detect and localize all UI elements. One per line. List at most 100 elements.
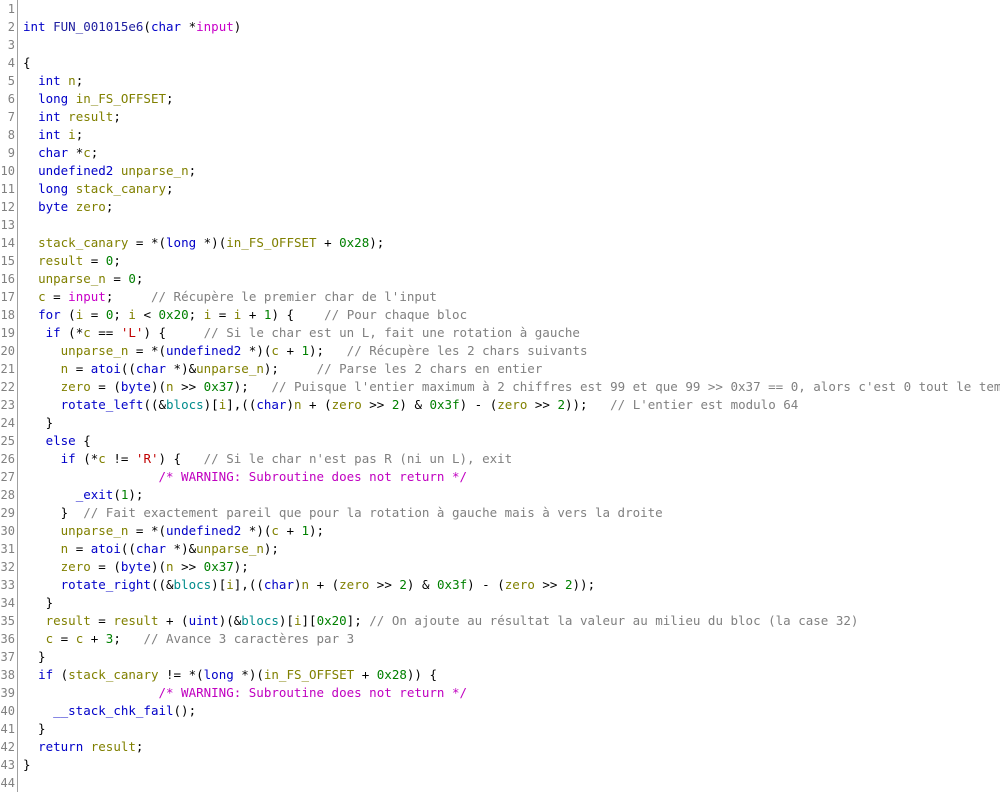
- code-token: 2: [564, 577, 573, 592]
- code-line[interactable]: c = c + 3; // Avance 3 caractères par 3: [23, 630, 1000, 648]
- code-viewer[interactable]: 1 2 3 4 5 6 7 8 9 10 11 12 13 14 15 16 17 18 19 20 21 22 23 24 2…: [0, 0, 1000, 792]
- code-line[interactable]: {: [23, 54, 1000, 72]
- code-token: }: [23, 757, 31, 772]
- line-number: 38: [0, 668, 15, 682]
- code-line[interactable]: int i;: [23, 126, 1000, 144]
- code-line[interactable]: stack_canary = *(long *)(in_FS_OFFSET + …: [23, 234, 1000, 252]
- code-token: long: [38, 181, 69, 196]
- line-number: 31: [0, 542, 15, 556]
- code-token: blocs: [241, 613, 279, 628]
- code-token: }: [23, 721, 46, 736]
- code-line[interactable]: long stack_canary;: [23, 180, 1000, 198]
- code-token: // Pour chaque bloc: [324, 307, 468, 322]
- line-number: 39: [0, 686, 15, 700]
- code-token: 0x3f: [437, 577, 468, 592]
- code-line[interactable]: c = input; // Récupère le premier char d…: [23, 288, 1000, 306]
- code-token: i: [293, 613, 302, 628]
- code-line[interactable]: long in_FS_OFFSET;: [23, 90, 1000, 108]
- code-token: +: [83, 631, 106, 646]
- code-token: )[: [203, 397, 219, 412]
- code-line[interactable]: return result;: [23, 738, 1000, 756]
- code-line[interactable]: for (i = 0; i < 0x20; i = i + 1) { // Po…: [23, 306, 1000, 324]
- code-token: else: [45, 433, 76, 448]
- code-line[interactable]: unparse_n = *(undefined2 *)(c + 1); // R…: [23, 342, 1000, 360]
- code-line[interactable]: if (*c == 'L') { // Si le char est un L,…: [23, 324, 1000, 342]
- code-line[interactable]: rotate_left((&blocs)[i],((char)n + (zero…: [23, 396, 1000, 414]
- code-token: ((&: [150, 577, 174, 592]
- code-token: *)(: [241, 343, 272, 358]
- code-line[interactable]: undefined2 unparse_n;: [23, 162, 1000, 180]
- line-number: 30: [0, 524, 15, 538]
- code-line[interactable]: zero = (byte)(n >> 0x37); // Puisque l'e…: [23, 378, 1000, 396]
- code-token: ): [286, 397, 294, 412]
- code-line[interactable]: n = atoi((char *)&unparse_n);: [23, 540, 1000, 558]
- code-line[interactable]: [23, 216, 1000, 234]
- code-line[interactable]: if (*c != 'R') { // Si le char n'est pas…: [23, 450, 1000, 468]
- code-line[interactable]: unparse_n = *(undefined2 *)(c + 1);: [23, 522, 1000, 540]
- code-token: ;: [113, 109, 121, 124]
- code-line[interactable]: int result;: [23, 108, 1000, 126]
- code-line[interactable]: char *c;: [23, 144, 1000, 162]
- code-line[interactable]: result = 0;: [23, 252, 1000, 270]
- code-line[interactable]: zero = (byte)(n >> 0x37);: [23, 558, 1000, 576]
- code-line[interactable]: /* WARNING: Subroutine does not return *…: [23, 468, 1000, 486]
- code-token: stack_canary: [68, 667, 159, 682]
- line-number: 28: [0, 488, 15, 502]
- code-token: (*: [60, 325, 84, 340]
- code-token: );: [309, 523, 325, 538]
- code-line[interactable]: } // Fait exactement pareil que pour la …: [23, 504, 1000, 522]
- code-line[interactable]: [23, 774, 1000, 792]
- code-line[interactable]: [23, 0, 1000, 18]
- code-token: rotate_right: [60, 577, 151, 592]
- code-token: // Récupère le premier char de l'input: [150, 289, 437, 304]
- code-line[interactable]: [23, 36, 1000, 54]
- line-number: 17: [0, 290, 15, 304]
- code-line[interactable]: else {: [23, 432, 1000, 450]
- code-token: rotate_left: [60, 397, 144, 412]
- code-token: atoi: [90, 541, 121, 556]
- code-token: )[: [211, 577, 227, 592]
- code-line[interactable]: }: [23, 414, 1000, 432]
- code-token: input: [68, 289, 106, 304]
- code-token: {: [23, 55, 31, 70]
- code-token: (: [113, 487, 121, 502]
- code-line[interactable]: if (stack_canary != *(long *)(in_FS_OFFS…: [23, 666, 1000, 684]
- code-token: >>: [361, 397, 392, 412]
- code-token: unparse_n: [120, 163, 189, 178]
- code-token: c: [38, 289, 46, 304]
- line-number: 15: [0, 254, 15, 268]
- code-line[interactable]: }: [23, 594, 1000, 612]
- code-token: char: [135, 361, 167, 376]
- code-token: c: [83, 145, 91, 160]
- code-line[interactable]: byte zero;: [23, 198, 1000, 216]
- line-number: 27: [0, 470, 15, 484]
- code-line[interactable]: }: [23, 756, 1000, 774]
- code-token: return: [38, 739, 84, 754]
- code-token: ;: [105, 199, 114, 214]
- code-line[interactable]: }: [23, 720, 1000, 738]
- code-line[interactable]: _exit(1);: [23, 486, 1000, 504]
- code-line[interactable]: int n;: [23, 72, 1000, 90]
- line-number: 9: [7, 146, 15, 160]
- code-line[interactable]: rotate_right((&blocs)[i],((char)n + (zer…: [23, 576, 1000, 594]
- code-token: // Fait exactement pareil que pour la ro…: [83, 505, 663, 520]
- code-line[interactable]: int FUN_001015e6(char *input): [23, 18, 1000, 36]
- code-line[interactable]: }: [23, 648, 1000, 666]
- code-line[interactable]: n = atoi((char *)&unparse_n); // Parse l…: [23, 360, 1000, 378]
- code-line[interactable]: __stack_chk_fail();: [23, 702, 1000, 720]
- code-line[interactable]: /* WARNING: Subroutine does not return *…: [23, 684, 1000, 702]
- code-token: );: [369, 235, 385, 250]
- code-content-area[interactable]: int FUN_001015e6(char *input) { int n; l…: [18, 0, 1000, 792]
- code-token: ][: [301, 613, 317, 628]
- line-number: 41: [0, 722, 15, 736]
- code-line[interactable]: unparse_n = 0;: [23, 270, 1000, 288]
- code-line[interactable]: result = result + (uint)(&blocs)[i][0x20…: [23, 612, 1000, 630]
